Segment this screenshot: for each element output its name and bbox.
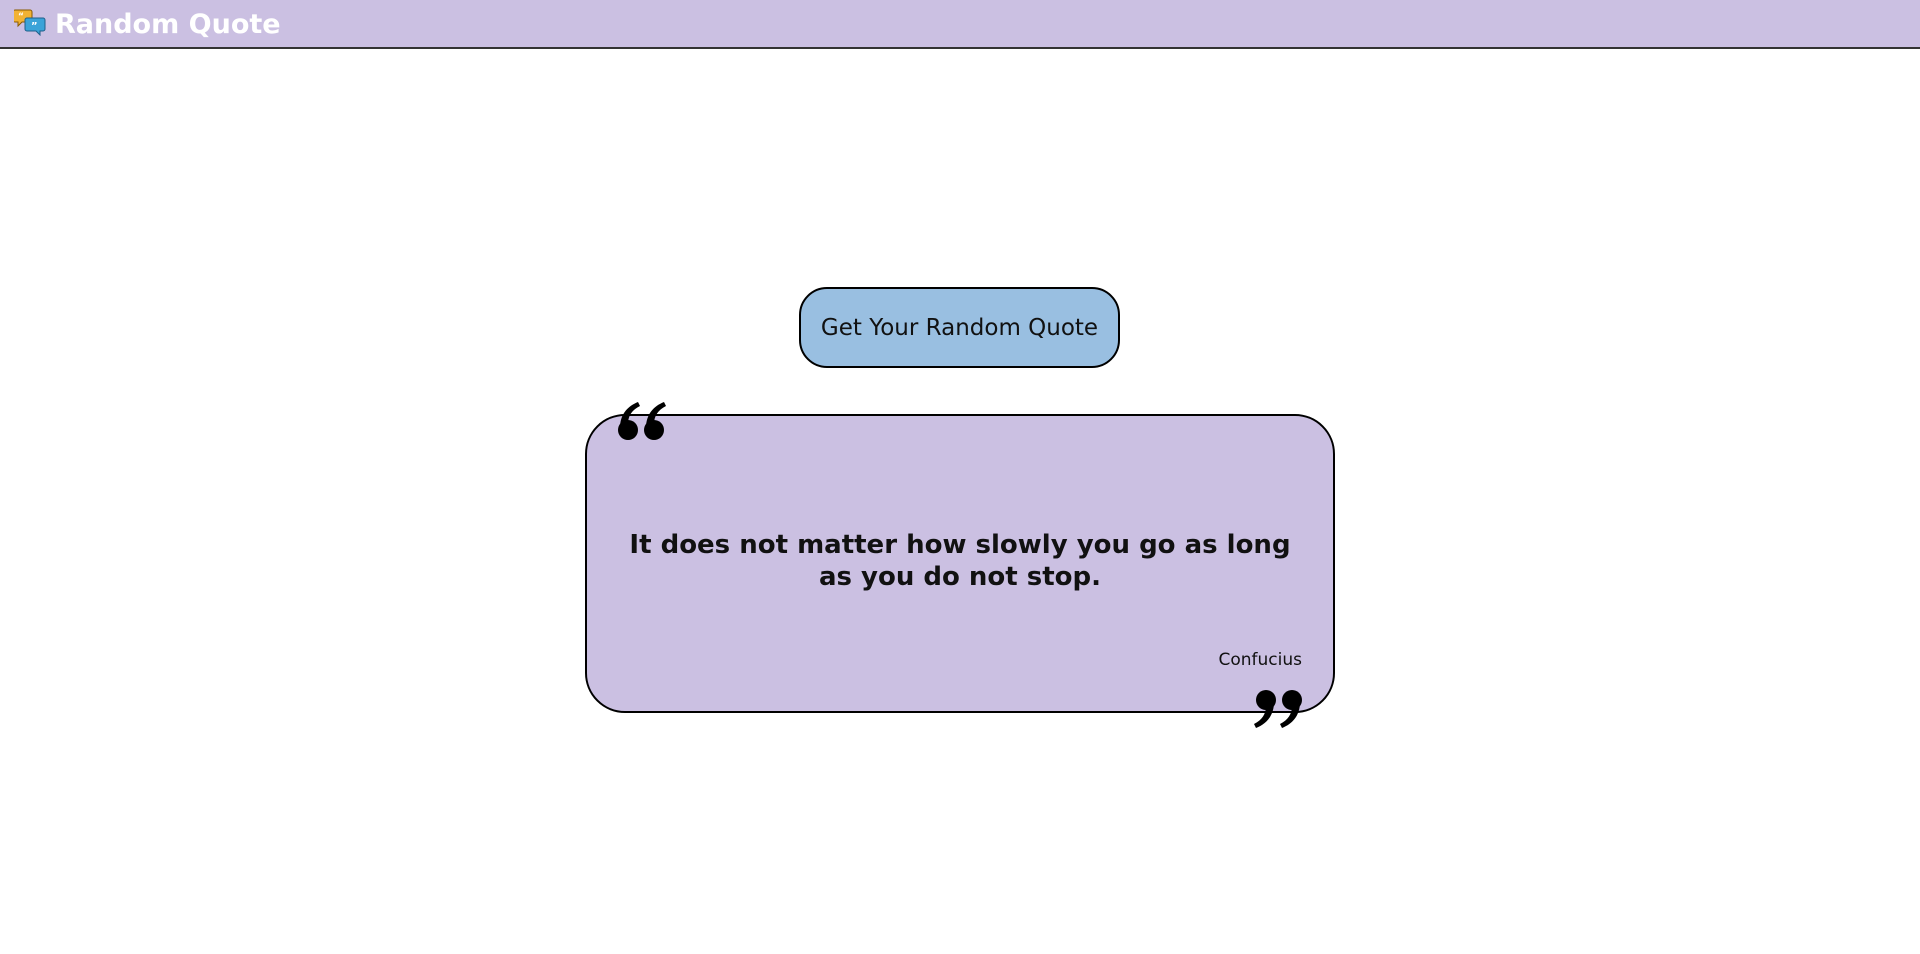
svg-text:”: ” [31,21,38,32]
quote-author: Confucius [1218,650,1302,670]
svg-text:“: “ [18,12,24,22]
close-quote-icon [1250,686,1306,732]
app-title: Random Quote [55,9,281,40]
quote-bubbles-icon: “ ” [12,8,46,37]
get-random-quote-button[interactable]: Get Your Random Quote [799,287,1120,368]
app-header: “ ” Random Quote [0,0,1920,49]
quote-text: It does not matter how slowly you go as … [629,530,1291,592]
open-quote-icon [614,398,670,444]
